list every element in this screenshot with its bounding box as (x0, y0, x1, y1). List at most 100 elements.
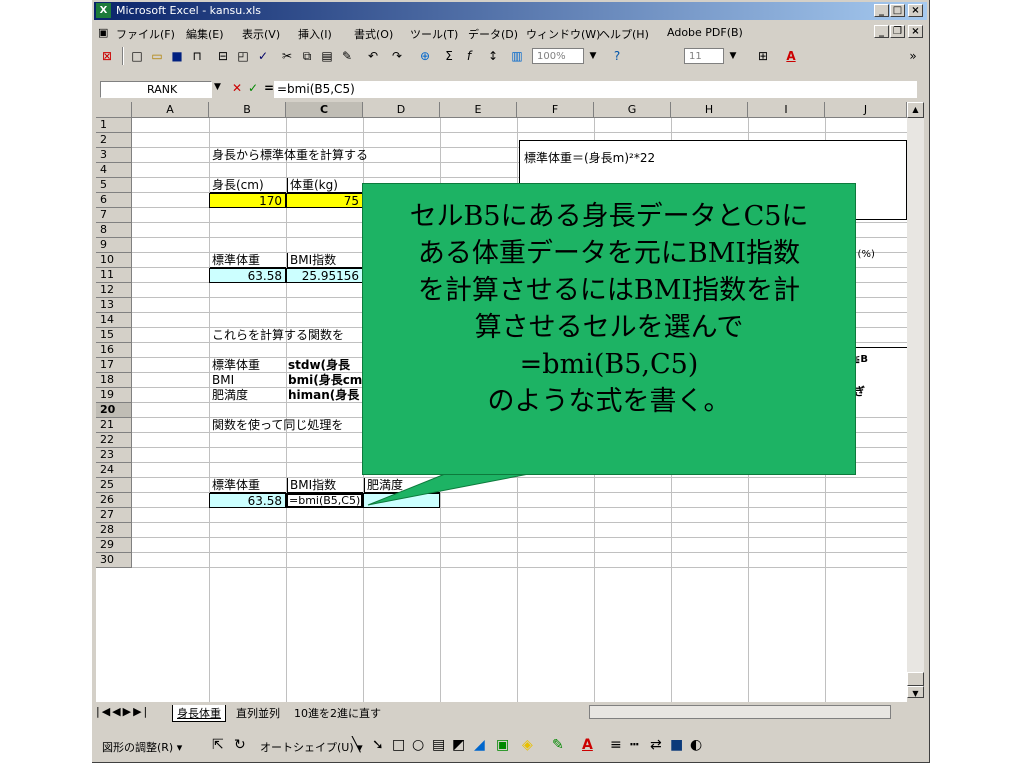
row-header-14[interactable]: 14 (96, 313, 132, 328)
line-style-icon[interactable]: ≡ (610, 737, 622, 753)
row-header-15[interactable]: 15 (96, 328, 132, 343)
row-header-12[interactable]: 12 (96, 283, 132, 298)
cell-c9[interactable]: 25.95156 (286, 268, 363, 283)
chart-wizard-icon[interactable]: ▥ (508, 47, 526, 65)
row-header-19[interactable]: 19 (96, 388, 132, 403)
column-header-g[interactable]: G (594, 102, 671, 118)
column-header-d[interactable]: D (363, 102, 440, 118)
row-header-11[interactable]: 11 (96, 268, 132, 283)
help-icon[interactable]: ? (608, 47, 626, 65)
row-header-22[interactable]: 22 (96, 433, 132, 448)
cell-c14[interactable]: bmi(身長cm (288, 373, 362, 388)
cell-b12[interactable]: これらを計算する関数を (212, 328, 344, 343)
cell-c20-active[interactable]: =bmi(B5,C5) (286, 493, 363, 508)
cell-c19[interactable]: BMI指数 (287, 478, 363, 493)
cell-d20[interactable] (363, 493, 440, 508)
cell-b20[interactable]: 63.58 (209, 493, 286, 508)
cell-b17[interactable]: 関数を使って同じ処理を (212, 418, 343, 433)
doc-restore-button[interactable]: ❐ (890, 25, 905, 38)
copy-icon[interactable]: ⧉ (298, 47, 316, 65)
column-header-a[interactable]: A (132, 102, 209, 118)
doc-minimize-button[interactable]: _ (874, 25, 889, 38)
rectangle-icon[interactable]: □ (392, 737, 405, 753)
column-header-f[interactable]: F (517, 102, 594, 118)
row-header-23[interactable]: 23 (96, 448, 132, 463)
arrow-icon[interactable]: ➘ (372, 737, 384, 753)
line-color-icon[interactable]: ✎ (552, 737, 564, 753)
pdf-icon[interactable]: ⊠ (98, 47, 116, 65)
cell-c4[interactable]: 体重(kg) (287, 178, 363, 193)
permission-icon[interactable]: ⊓ (188, 47, 206, 65)
3d-icon[interactable]: ◐ (690, 737, 702, 753)
row-header-16[interactable]: 16 (96, 343, 132, 358)
new-icon[interactable]: □ (128, 47, 146, 65)
row-header-13[interactable]: 13 (96, 298, 132, 313)
scroll-thumb[interactable] (907, 672, 924, 686)
row-header-17[interactable]: 17 (96, 358, 132, 373)
menu-help[interactable]: ヘルプ(H) (599, 26, 649, 42)
font-color-icon[interactable]: A (782, 47, 800, 65)
column-header-h[interactable]: H (671, 102, 748, 118)
oval-icon[interactable]: ○ (412, 737, 424, 753)
row-header-6[interactable]: 6 (96, 193, 132, 208)
cell-b13[interactable]: 標準体重 (212, 358, 260, 373)
menu-data[interactable]: データ(D) (468, 26, 518, 42)
redo-icon[interactable]: ↷ (388, 47, 406, 65)
cell-c5[interactable]: 75 (286, 193, 363, 208)
print-preview-icon[interactable]: ◰ (234, 47, 252, 65)
wordart-icon[interactable]: ◩ (452, 737, 465, 753)
fill-color-icon[interactable]: ◈ (522, 737, 533, 753)
zoom-dropdown-icon[interactable]: ▼ (584, 47, 602, 65)
cell-c8[interactable]: BMI指数 (287, 253, 363, 268)
row-header-21[interactable]: 21 (96, 418, 132, 433)
row-header-5[interactable]: 5 (96, 178, 132, 193)
doc-close-button[interactable]: × (908, 25, 923, 38)
scroll-down-icon[interactable]: ▼ (907, 686, 924, 698)
maximize-button[interactable]: □ (890, 4, 905, 17)
clip-art-icon[interactable]: ◢ (474, 737, 485, 753)
tab-nav-arrows-icon[interactable]: |◀◀▶▶| (96, 705, 149, 718)
horizontal-scrollbar[interactable] (589, 705, 891, 719)
column-header-j[interactable]: J (825, 102, 907, 118)
row-header-7[interactable]: 7 (96, 208, 132, 223)
row-header-3[interactable]: 3 (96, 148, 132, 163)
menu-tools[interactable]: ツール(T) (410, 26, 458, 42)
select-all-corner[interactable] (96, 102, 132, 118)
hyperlink-icon[interactable]: ⊕ (416, 47, 434, 65)
column-header-c[interactable]: C (286, 102, 363, 118)
font-size-dropdown-icon[interactable]: ▼ (724, 47, 742, 65)
column-header-e[interactable]: E (440, 102, 517, 118)
cell-d19[interactable]: 肥満度 (364, 478, 440, 493)
borders-icon[interactable]: ⊞ (754, 47, 772, 65)
minimize-button[interactable]: _ (874, 4, 889, 17)
cancel-entry-button[interactable]: ✕ (232, 81, 242, 95)
menu-adobe-pdf[interactable]: Adobe PDF(B) (667, 26, 743, 39)
cell-b15[interactable]: 肥満度 (212, 388, 248, 403)
toolbar-options-icon[interactable]: » (904, 47, 922, 65)
cell-b8[interactable]: 標準体重 (210, 253, 286, 268)
row-header-24[interactable]: 24 (96, 463, 132, 478)
cut-icon[interactable]: ✂ (278, 47, 296, 65)
menu-view[interactable]: 表示(V) (242, 26, 280, 42)
format-painter-icon[interactable]: ✎ (338, 47, 356, 65)
tab-height-weight[interactable]: 身長体重 (172, 705, 226, 722)
row-header-30[interactable]: 30 (96, 553, 132, 568)
column-header-b[interactable]: B (209, 102, 286, 118)
shadow-icon[interactable]: ■ (670, 737, 683, 753)
cell-c13[interactable]: stdw(身長 (288, 358, 350, 373)
row-header-2[interactable]: 2 (96, 133, 132, 148)
row-header-27[interactable]: 27 (96, 508, 132, 523)
scroll-up-icon[interactable]: ▲ (907, 102, 924, 118)
menu-format[interactable]: 書式(O) (354, 26, 393, 42)
name-box[interactable]: RANK (100, 81, 212, 98)
drawing-font-color-icon[interactable]: A (582, 737, 593, 753)
row-header-8[interactable]: 8 (96, 223, 132, 238)
row-header-26[interactable]: 26 (96, 493, 132, 508)
enter-button[interactable]: ✓ (248, 81, 258, 95)
row-header-1[interactable]: 1 (96, 118, 132, 133)
row-header-4[interactable]: 4 (96, 163, 132, 178)
autosum-icon[interactable]: Σ (440, 47, 458, 65)
zoom-select[interactable]: 100% (532, 48, 584, 64)
spelling-icon[interactable]: ✓ (254, 47, 272, 65)
cell-b14[interactable]: BMI (212, 373, 234, 388)
